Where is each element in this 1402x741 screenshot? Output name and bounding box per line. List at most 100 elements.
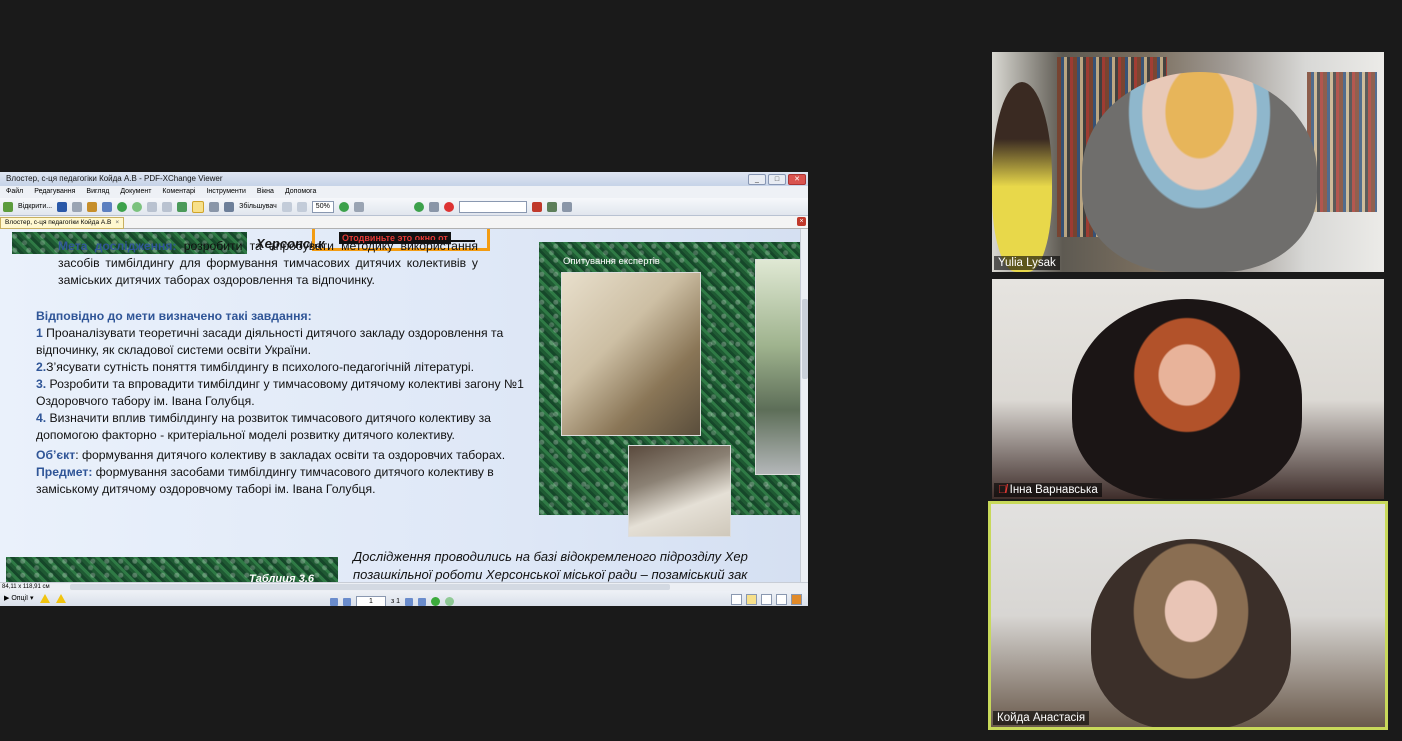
continuous-icon[interactable] bbox=[746, 594, 757, 605]
single-page-icon[interactable] bbox=[731, 594, 742, 605]
fit-width-icon[interactable] bbox=[296, 201, 307, 212]
viewer-titlebar: Влостер, с-ця педагогіки Койда А.В - PDF… bbox=[0, 172, 808, 186]
task-number: 4. bbox=[36, 411, 47, 425]
expert-photo bbox=[628, 445, 731, 537]
close-button[interactable]: ✕ bbox=[788, 174, 806, 185]
tasks-heading: Відповідно до мети визначено такі завдан… bbox=[36, 309, 312, 323]
redo-icon[interactable] bbox=[162, 201, 173, 212]
maximize-button[interactable]: □ bbox=[768, 174, 786, 185]
participant-name: Койда Анастасія bbox=[993, 711, 1090, 725]
task-item: 1 Проаналізувати теоретичні засади діяль… bbox=[36, 325, 526, 359]
viewer-title: Влостер, с-ця педагогіки Койда А.В - PDF… bbox=[6, 174, 223, 183]
last-page-icon[interactable] bbox=[418, 597, 427, 606]
object-text: : формування дитячого колективу в заклад… bbox=[75, 448, 506, 462]
participant-name: Yulia Lysak bbox=[994, 256, 1060, 270]
first-page-icon[interactable] bbox=[330, 597, 338, 606]
next-page-icon[interactable] bbox=[405, 597, 414, 606]
layout-buttons bbox=[731, 594, 802, 605]
hand-tool-icon[interactable] bbox=[192, 200, 205, 213]
snapshot-icon[interactable] bbox=[209, 201, 220, 212]
participant-figure bbox=[1072, 299, 1302, 499]
participant-figure bbox=[1082, 72, 1317, 272]
video-tile[interactable]: Yulia Lysak bbox=[992, 52, 1384, 272]
page-navigation: 1 з 1 bbox=[330, 594, 455, 606]
menu-document[interactable]: Документ bbox=[120, 186, 151, 198]
facing-icon[interactable] bbox=[761, 594, 772, 605]
options-icon[interactable] bbox=[561, 201, 572, 212]
research-base-note: Дослідження проводились на базі відокрем… bbox=[353, 548, 748, 582]
undo-icon[interactable] bbox=[147, 201, 158, 212]
menu-comments[interactable]: Коментарі bbox=[162, 186, 195, 198]
menu-windows[interactable]: Вікна bbox=[257, 186, 274, 198]
forward-view-icon[interactable] bbox=[445, 597, 455, 606]
print-icon[interactable] bbox=[72, 201, 83, 212]
task-number: 2. bbox=[36, 360, 47, 374]
task-item: 2.З’ясувати сутність поняття тимбілдингу… bbox=[36, 359, 526, 376]
select-icon[interactable] bbox=[102, 201, 113, 212]
typewriter-icon[interactable] bbox=[353, 201, 364, 212]
minimize-button[interactable]: _ bbox=[748, 174, 766, 185]
next-icon[interactable] bbox=[413, 201, 424, 212]
menu-edit[interactable]: Редагування bbox=[34, 186, 75, 198]
page-total: з 1 bbox=[391, 598, 401, 605]
scroll-thumb[interactable] bbox=[70, 584, 670, 590]
shared-screen: Влостер, с-ця педагогіки Койда А.В - PDF… bbox=[0, 172, 808, 606]
open-button[interactable]: Відкрити... bbox=[18, 203, 52, 210]
back-view-icon[interactable] bbox=[431, 597, 441, 606]
facing-continuous-icon[interactable] bbox=[776, 594, 787, 605]
menu-tools[interactable]: Інструменти bbox=[206, 186, 245, 198]
tab-close-icon[interactable]: × bbox=[115, 218, 119, 228]
subject-label: Предмет: bbox=[36, 465, 93, 479]
note-line: позашкільної роботи Херсонської міської … bbox=[353, 567, 748, 582]
viewer-toolbar: Відкрити... Збільшувач 50% bbox=[0, 198, 808, 216]
document-tab[interactable]: Влостер, с-ця педагогіки Койда А.В × bbox=[0, 217, 125, 229]
vertical-scrollbar[interactable] bbox=[800, 229, 808, 582]
zoom-tool-icon[interactable] bbox=[224, 201, 235, 212]
expert-photo bbox=[561, 272, 701, 436]
object-item: Об’єкт: формування дитячого колективу в … bbox=[36, 447, 526, 464]
expert-photo bbox=[755, 259, 800, 475]
task-text: З’ясувати сутність поняття тимбілдингу в… bbox=[46, 360, 474, 374]
scroll-thumb[interactable] bbox=[802, 299, 808, 379]
zoom-level-field[interactable]: 50% bbox=[311, 200, 334, 213]
tasks-block: Відповідно до мети визначено такі завдан… bbox=[36, 308, 526, 498]
task-number: 1 bbox=[36, 326, 43, 340]
stamp-icon[interactable] bbox=[443, 201, 454, 212]
pdf-page: Херсонськ Отодвиньте это окно от Мета до… bbox=[0, 229, 800, 582]
search-input[interactable] bbox=[458, 200, 527, 213]
viewer-menubar: Файл Редагування Вигляд Документ Комента… bbox=[0, 186, 808, 198]
video-tile[interactable]: 🎙̸ Інна Варнавська bbox=[992, 279, 1384, 499]
menu-file[interactable]: Файл bbox=[6, 186, 23, 198]
forward-icon[interactable] bbox=[132, 201, 143, 212]
task-text: Проаналізувати теоретичні засади діяльно… bbox=[36, 326, 504, 357]
menu-help[interactable]: Допомога bbox=[285, 186, 316, 198]
rotate-icon[interactable] bbox=[177, 201, 188, 212]
page-number-field[interactable]: 1 bbox=[356, 596, 386, 606]
expert-caption: Опитування експертів bbox=[563, 256, 660, 267]
video-tile-active-speaker[interactable]: Койда Анастасія bbox=[988, 501, 1388, 730]
expert-survey-panel: Опитування експертів bbox=[539, 242, 800, 537]
zoom-mode-button[interactable]: Збільшувач bbox=[239, 203, 277, 210]
comment-icon[interactable] bbox=[428, 201, 439, 212]
scan-icon[interactable] bbox=[87, 201, 98, 212]
options-menu[interactable]: ▶ Опції ▾ bbox=[4, 591, 66, 606]
back-icon[interactable] bbox=[117, 201, 128, 212]
menu-view[interactable]: Вигляд bbox=[86, 186, 109, 198]
open-icon[interactable] bbox=[3, 201, 13, 212]
save-icon[interactable] bbox=[57, 201, 68, 212]
highlight-icon[interactable] bbox=[791, 594, 802, 605]
fit-page-icon[interactable] bbox=[281, 201, 292, 212]
find-icon[interactable] bbox=[531, 201, 542, 212]
zoom-in-icon[interactable] bbox=[338, 201, 349, 212]
prev-page-icon[interactable] bbox=[343, 597, 351, 606]
bookshelf bbox=[1307, 72, 1377, 212]
table-label: Таблиця 3.6 bbox=[249, 573, 314, 582]
object-label: Об’єкт bbox=[36, 448, 76, 462]
participant-name-text: Інна Варнавська bbox=[1009, 484, 1098, 496]
close-document-icon[interactable]: × bbox=[797, 217, 806, 226]
tools-icon[interactable] bbox=[546, 201, 557, 212]
participant-figure bbox=[992, 82, 1052, 272]
viewer-statusbar: ▶ Опції ▾ 1 з 1 bbox=[0, 591, 808, 606]
task-text: Визначити вплив тимбілдингу на розвиток … bbox=[36, 411, 491, 442]
options-label: Опції bbox=[11, 595, 29, 602]
